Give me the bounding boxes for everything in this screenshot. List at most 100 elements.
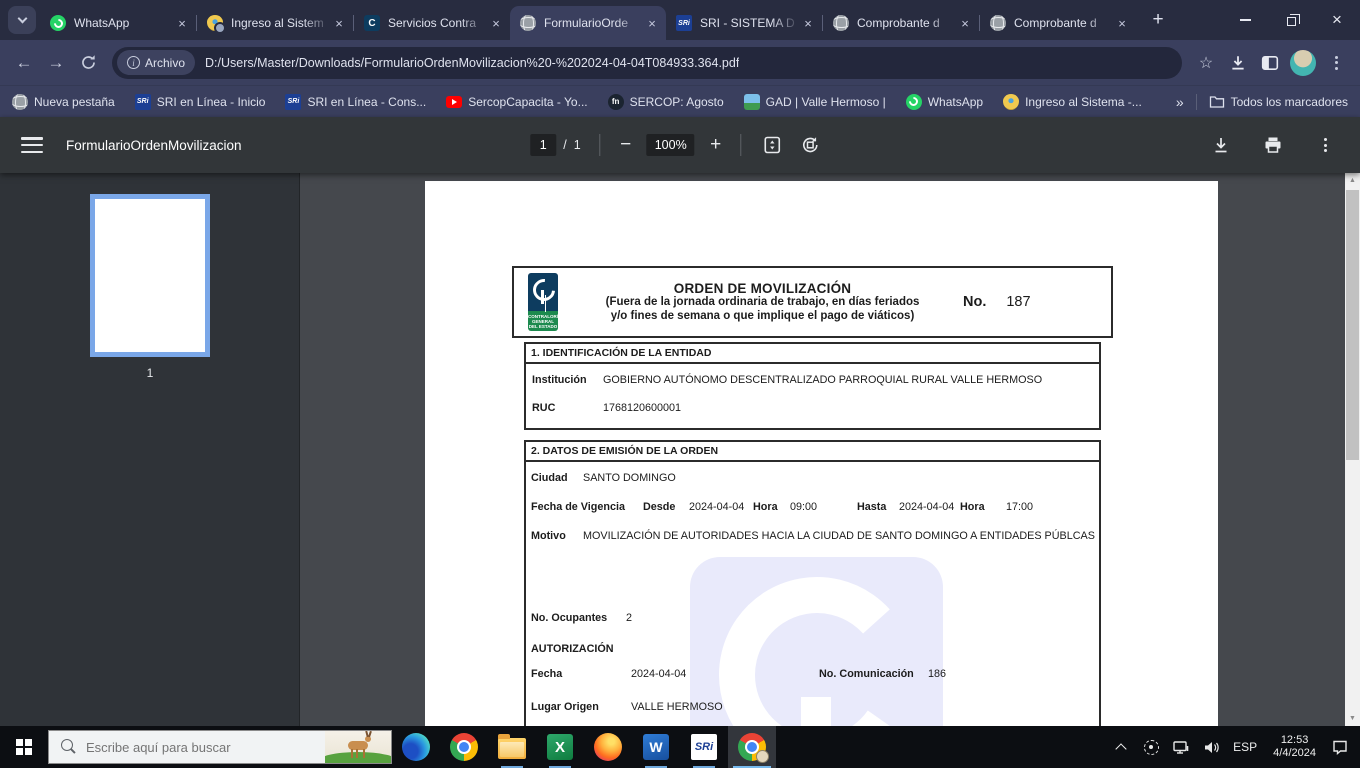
field-value: 2024-04-04 (631, 668, 687, 680)
tab-close-icon[interactable]: × (174, 15, 190, 31)
back-button[interactable]: ← (8, 47, 40, 79)
tray-show-hidden-button[interactable] (1109, 732, 1133, 762)
browser-menu-button[interactable] (1320, 47, 1352, 79)
tab-whatsapp[interactable]: WhatsApp × (40, 6, 196, 40)
word-icon: W (643, 734, 669, 760)
pdf-page-controls: 1 / 1 − 100% + (530, 132, 829, 158)
tray-network-button[interactable] (1169, 732, 1193, 762)
taskbar-chrome[interactable] (440, 726, 488, 768)
bookmark-sercop-youtube[interactable]: SercopCapacita - Yo... (446, 95, 588, 109)
search-highlight-image[interactable] (325, 731, 391, 763)
pdf-print-button[interactable] (1260, 132, 1286, 158)
excel-icon: X (547, 734, 573, 760)
zoom-out-button[interactable]: − (613, 134, 639, 156)
profile-avatar[interactable] (1290, 49, 1316, 76)
tab-close-icon[interactable]: × (800, 15, 816, 31)
tab-title: Comprobante d (857, 16, 940, 30)
taskbar-excel[interactable]: X (536, 726, 584, 768)
bookmarks-overflow-button[interactable]: » (1176, 94, 1184, 110)
rotate-icon (803, 137, 819, 153)
tab-close-icon[interactable]: × (331, 15, 347, 31)
all-bookmarks-button[interactable]: Todos los marcadores (1209, 95, 1348, 109)
bookmark-nueva-pestana[interactable]: Nueva pestaña (12, 93, 115, 110)
tab-search-button[interactable] (8, 6, 36, 34)
minimize-button[interactable] (1222, 0, 1268, 40)
taskbar-edge[interactable] (392, 726, 440, 768)
pdf-download-button[interactable] (1208, 132, 1234, 158)
address-bar[interactable]: i Archivo D:/Users/Master/Downloads/Form… (112, 46, 1182, 79)
scrollbar-thumb[interactable] (1346, 190, 1359, 460)
taskbar-chrome-active[interactable] (728, 726, 776, 768)
taskbar-search-box[interactable] (48, 730, 392, 764)
bookmark-gad-valle-hermoso[interactable]: GAD | Valle Hermoso | (743, 93, 886, 110)
tab-close-icon[interactable]: × (1114, 15, 1130, 31)
fit-page-button[interactable] (760, 132, 786, 158)
tab-ingreso-sistema[interactable]: Ingreso al Sistem × (197, 6, 353, 40)
close-window-button[interactable]: × (1314, 0, 1360, 40)
bookmark-sri-consultas[interactable]: SRi SRI en Línea - Cons... (285, 93, 426, 110)
scroll-up-arrow[interactable]: ▲ (1345, 173, 1360, 188)
bookmark-star-button[interactable]: ☆ (1190, 47, 1222, 79)
bookmark-sri-inicio[interactable]: SRi SRI en Línea - Inicio (134, 93, 265, 110)
page-thumbnail[interactable] (90, 194, 210, 357)
chevron-down-icon (17, 13, 27, 24)
scroll-down-arrow[interactable]: ▼ (1345, 711, 1360, 726)
downloads-button[interactable] (1222, 47, 1254, 79)
pdf-menu-button[interactable] (21, 137, 43, 153)
tab-close-icon[interactable]: × (488, 15, 504, 31)
bookmark-ingreso-sistema[interactable]: Ingreso al Sistema -... (1003, 93, 1142, 110)
info-icon: i (127, 56, 140, 69)
order-number: No. 187 (959, 294, 1111, 310)
pdf-more-button[interactable] (1312, 132, 1338, 158)
side-panel-button[interactable] (1254, 47, 1286, 79)
cge-logo: CONTRALORÍA GENERAL DEL ESTADO (528, 273, 561, 331)
search-input[interactable] (86, 739, 325, 755)
tab-close-icon[interactable]: × (644, 15, 660, 31)
row-lugar-origen: Lugar Origen VALLE HERMOSO (526, 701, 1099, 714)
tray-volume-button[interactable] (1199, 732, 1223, 762)
landscape-image-icon (743, 93, 760, 110)
vertical-scrollbar[interactable]: ▲ ▼ (1345, 173, 1360, 726)
reload-button[interactable] (72, 47, 104, 79)
section-identificacion-entidad: 1. IDENTIFICACIÓN DE LA ENTIDAD Instituc… (524, 342, 1101, 430)
keyboard-language[interactable]: ESP (1229, 740, 1261, 754)
whatsapp-icon (50, 15, 66, 31)
field-value: 186 (928, 668, 947, 680)
row-ocupantes: No. Ocupantes 2 (526, 612, 1099, 625)
zoom-level[interactable]: 100% (646, 134, 695, 156)
taskbar-firefox[interactable] (584, 726, 632, 768)
tray-time: 12:53 (1280, 733, 1309, 746)
tab-formulario-active[interactable]: FormularioOrde × (510, 6, 666, 40)
forward-button[interactable]: → (40, 47, 72, 79)
rotate-button[interactable] (798, 132, 824, 158)
tab-sri-sistema[interactable]: SRi SRI - SISTEMA D × (666, 6, 822, 40)
taskbar-word[interactable]: W (632, 726, 680, 768)
row-ruc: RUC 1768120600001 (526, 402, 1099, 415)
bookmark-sercop-agosto[interactable]: fn SERCOP: Agosto (607, 93, 724, 110)
page-number-input[interactable]: 1 (530, 134, 557, 156)
bookmark-whatsapp[interactable]: WhatsApp (905, 93, 984, 110)
ecuador-shield-icon (1003, 93, 1020, 110)
tray-app-button[interactable] (1139, 732, 1163, 762)
tab-comprobante-1[interactable]: Comprobante d × (823, 6, 979, 40)
tab-servicios-contraloria[interactable]: C Servicios Contra × (354, 6, 510, 40)
maximize-button[interactable] (1268, 0, 1314, 40)
site-info-chip[interactable]: i Archivo (117, 50, 196, 75)
bookmarks-right: » Todos los marcadores (1176, 93, 1348, 110)
tab-title: Ingreso al Sistem (231, 16, 324, 30)
tab-close-icon[interactable]: × (957, 15, 973, 31)
taskbar-clock[interactable]: 12:53 4/4/2024 (1267, 734, 1322, 761)
zoom-in-button[interactable]: + (703, 134, 729, 156)
tab-comprobante-2[interactable]: Comprobante d × (980, 6, 1136, 40)
bookmark-label: WhatsApp (927, 94, 984, 109)
new-tab-button[interactable]: + (1144, 6, 1172, 34)
field-label: Fecha (531, 668, 563, 680)
taskbar-sri[interactable]: SRi (680, 726, 728, 768)
notification-center-button[interactable] (1328, 732, 1352, 762)
document-subtitle-line2: y/o fines de semana o que implique el pa… (610, 309, 915, 322)
field-label: Hora (960, 501, 985, 513)
start-button[interactable] (0, 726, 48, 768)
field-label: Fecha de Vigencia (531, 501, 626, 513)
field-label: Desde (643, 501, 676, 513)
taskbar-file-explorer[interactable] (488, 726, 536, 768)
